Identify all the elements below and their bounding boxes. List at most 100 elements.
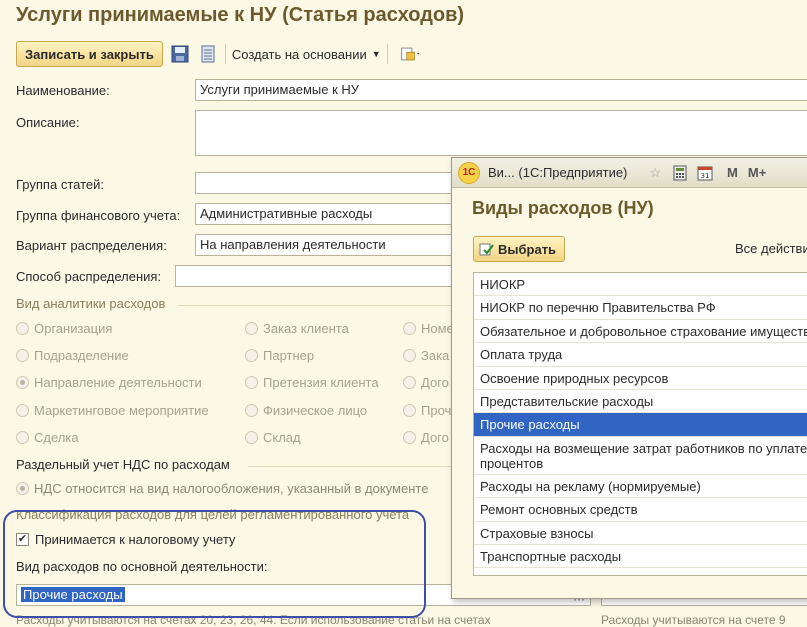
popup-titlebar[interactable]: 1С Ви... (1С:Предприятие) ☆ 31 M M+ xyxy=(452,158,807,188)
save-icon[interactable] xyxy=(169,43,191,65)
list-item[interactable]: Расходы на рекламу (нормируемые) xyxy=(474,475,807,499)
list-item[interactable]: Освоение природных ресурсов xyxy=(474,367,807,390)
toolbar: Записать и закрыть Создать на основании … xyxy=(16,40,422,68)
radio-option-truncated[interactable]: Зака xyxy=(403,348,449,363)
radio-label: Направление деятельности xyxy=(34,375,202,390)
fin-group-field[interactable]: Административные расходы xyxy=(195,203,457,225)
annotation-oval xyxy=(3,510,426,618)
radio-label: Номе xyxy=(421,321,454,336)
radio-label: Подразделение xyxy=(34,348,129,363)
radio-selected-icon xyxy=(16,376,29,389)
radio-activity-direction[interactable]: Направление деятельности xyxy=(16,375,202,390)
radio-icon xyxy=(245,349,258,362)
radio-customer-order[interactable]: Заказ клиента xyxy=(245,321,349,336)
list-item[interactable]: НИОКР по перечню Правительства РФ xyxy=(474,296,807,320)
toolbar-separator xyxy=(386,44,388,64)
radio-icon xyxy=(16,404,29,417)
save-close-button[interactable]: Записать и закрыть xyxy=(16,41,163,67)
radio-department[interactable]: Подразделение xyxy=(16,348,129,363)
list-item[interactable]: Ремонт основных средств xyxy=(474,498,807,522)
list-item-selected[interactable]: Прочие расходы xyxy=(474,413,807,437)
radio-label: Дого xyxy=(421,430,449,445)
radio-icon xyxy=(245,376,258,389)
group-field[interactable] xyxy=(195,172,457,194)
description-field[interactable] xyxy=(195,110,807,156)
expense-types-popup: 1С Ви... (1С:Предприятие) ☆ 31 M M+ Виды… xyxy=(451,157,807,599)
radio-icon xyxy=(16,431,29,444)
radio-icon xyxy=(403,322,416,335)
radio-icon xyxy=(245,322,258,335)
1c-logo-icon: 1С xyxy=(458,161,480,184)
radio-label: Маркетинговое мероприятие xyxy=(34,403,209,418)
svg-text:31: 31 xyxy=(701,172,710,180)
list-item[interactable]: Транспортные расходы xyxy=(474,545,807,569)
memory-plus-button[interactable]: M+ xyxy=(748,165,766,180)
radio-label: Партнер xyxy=(263,348,315,363)
list-item[interactable]: Представительские расходы xyxy=(474,390,807,414)
radio-label: Претензия клиента xyxy=(263,375,379,390)
distribution-variant-field[interactable]: На направления деятельности xyxy=(195,234,457,256)
radio-warehouse[interactable]: Склад xyxy=(245,430,301,445)
radio-option-truncated[interactable]: Дого xyxy=(403,430,449,445)
list-item[interactable]: Расходы на возмещение затрат работников … xyxy=(474,437,807,475)
radio-customer-claim[interactable]: Претензия клиента xyxy=(245,375,379,390)
section-divider xyxy=(178,305,458,306)
radio-organization[interactable]: Организация xyxy=(16,321,112,336)
radio-icon xyxy=(403,431,416,444)
name-label: Наименование: xyxy=(16,83,110,98)
list-item[interactable]: НИОКР xyxy=(474,273,807,297)
radio-icon xyxy=(16,322,29,335)
radio-label: Дого xyxy=(421,375,449,390)
vat-title: Раздельный учет НДС по расходам xyxy=(16,457,230,472)
popup-title: Ви... (1С:Предприятие) xyxy=(488,165,628,180)
radio-label: НДС относится на вид налогообложения, ук… xyxy=(34,481,429,496)
radio-icon xyxy=(403,404,416,417)
radio-label: Сделка xyxy=(34,430,79,445)
radio-deal[interactable]: Сделка xyxy=(16,430,79,445)
page-title: Услуги принимаемые к НУ (Статья расходов… xyxy=(16,4,465,26)
distribution-variant-label: Вариант распределения: xyxy=(16,238,167,253)
radio-icon xyxy=(245,431,258,444)
analytics-title: Вид аналитики расходов xyxy=(16,296,166,311)
radio-partner[interactable]: Партнер xyxy=(245,348,314,363)
popup-heading: Виды расходов (НУ) xyxy=(472,198,654,218)
chevron-down-icon: ▼ xyxy=(371,49,381,59)
distribution-method-field[interactable] xyxy=(175,265,457,287)
list-item[interactable]: Страховые взносы xyxy=(474,522,807,545)
name-field[interactable]: Услуги принимаемые к НУ xyxy=(195,79,807,101)
section-divider xyxy=(248,466,458,467)
radio-icon xyxy=(403,376,416,389)
calculator-icon[interactable] xyxy=(673,165,687,181)
radio-option-truncated[interactable]: Номе xyxy=(403,321,454,336)
radio-marketing-event[interactable]: Маркетинговое мероприятие xyxy=(16,403,209,418)
group-label: Группа статей: xyxy=(16,177,104,192)
radio-label: Организация xyxy=(34,321,113,336)
radio-vat-tax-type[interactable]: НДС относится на вид налогообложения, ук… xyxy=(16,481,428,496)
choose-label: Выбрать xyxy=(498,241,557,257)
favorite-icon[interactable]: ☆ xyxy=(649,165,661,181)
radio-label: Зака xyxy=(421,348,450,363)
list-item[interactable]: Обязательное и добровольное страхование … xyxy=(474,320,807,344)
radio-label: Склад xyxy=(263,430,301,445)
toolbar-separator xyxy=(224,44,226,64)
all-actions-menu[interactable]: Все действия xyxy=(735,241,807,256)
radio-individual[interactable]: Физическое лицо xyxy=(245,403,367,418)
radio-label: Физическое лицо xyxy=(263,403,368,418)
memory-button[interactable]: M xyxy=(727,165,738,180)
choose-icon xyxy=(478,241,494,257)
calendar-icon[interactable]: 31 xyxy=(697,165,713,181)
radio-label: Заказ клиента xyxy=(263,321,349,336)
description-label: Описание: xyxy=(16,115,80,130)
create-based-menu[interactable]: Создать на основании ▼ xyxy=(232,47,381,62)
choose-button[interactable]: Выбрать xyxy=(473,236,566,262)
radio-option-truncated[interactable]: Проч xyxy=(403,403,451,418)
document-list-icon[interactable] xyxy=(197,43,219,65)
radio-icon xyxy=(16,349,29,362)
radio-option-truncated[interactable]: Дого xyxy=(403,375,449,390)
radio-label: Проч xyxy=(421,403,452,418)
expense-types-list: НИОКР НИОКР по перечню Правительства РФ … xyxy=(473,272,807,576)
radio-icon xyxy=(245,404,258,417)
report-icon[interactable] xyxy=(400,43,422,65)
radio-selected-icon xyxy=(16,482,29,495)
list-item[interactable]: Оплата труда xyxy=(474,343,807,367)
